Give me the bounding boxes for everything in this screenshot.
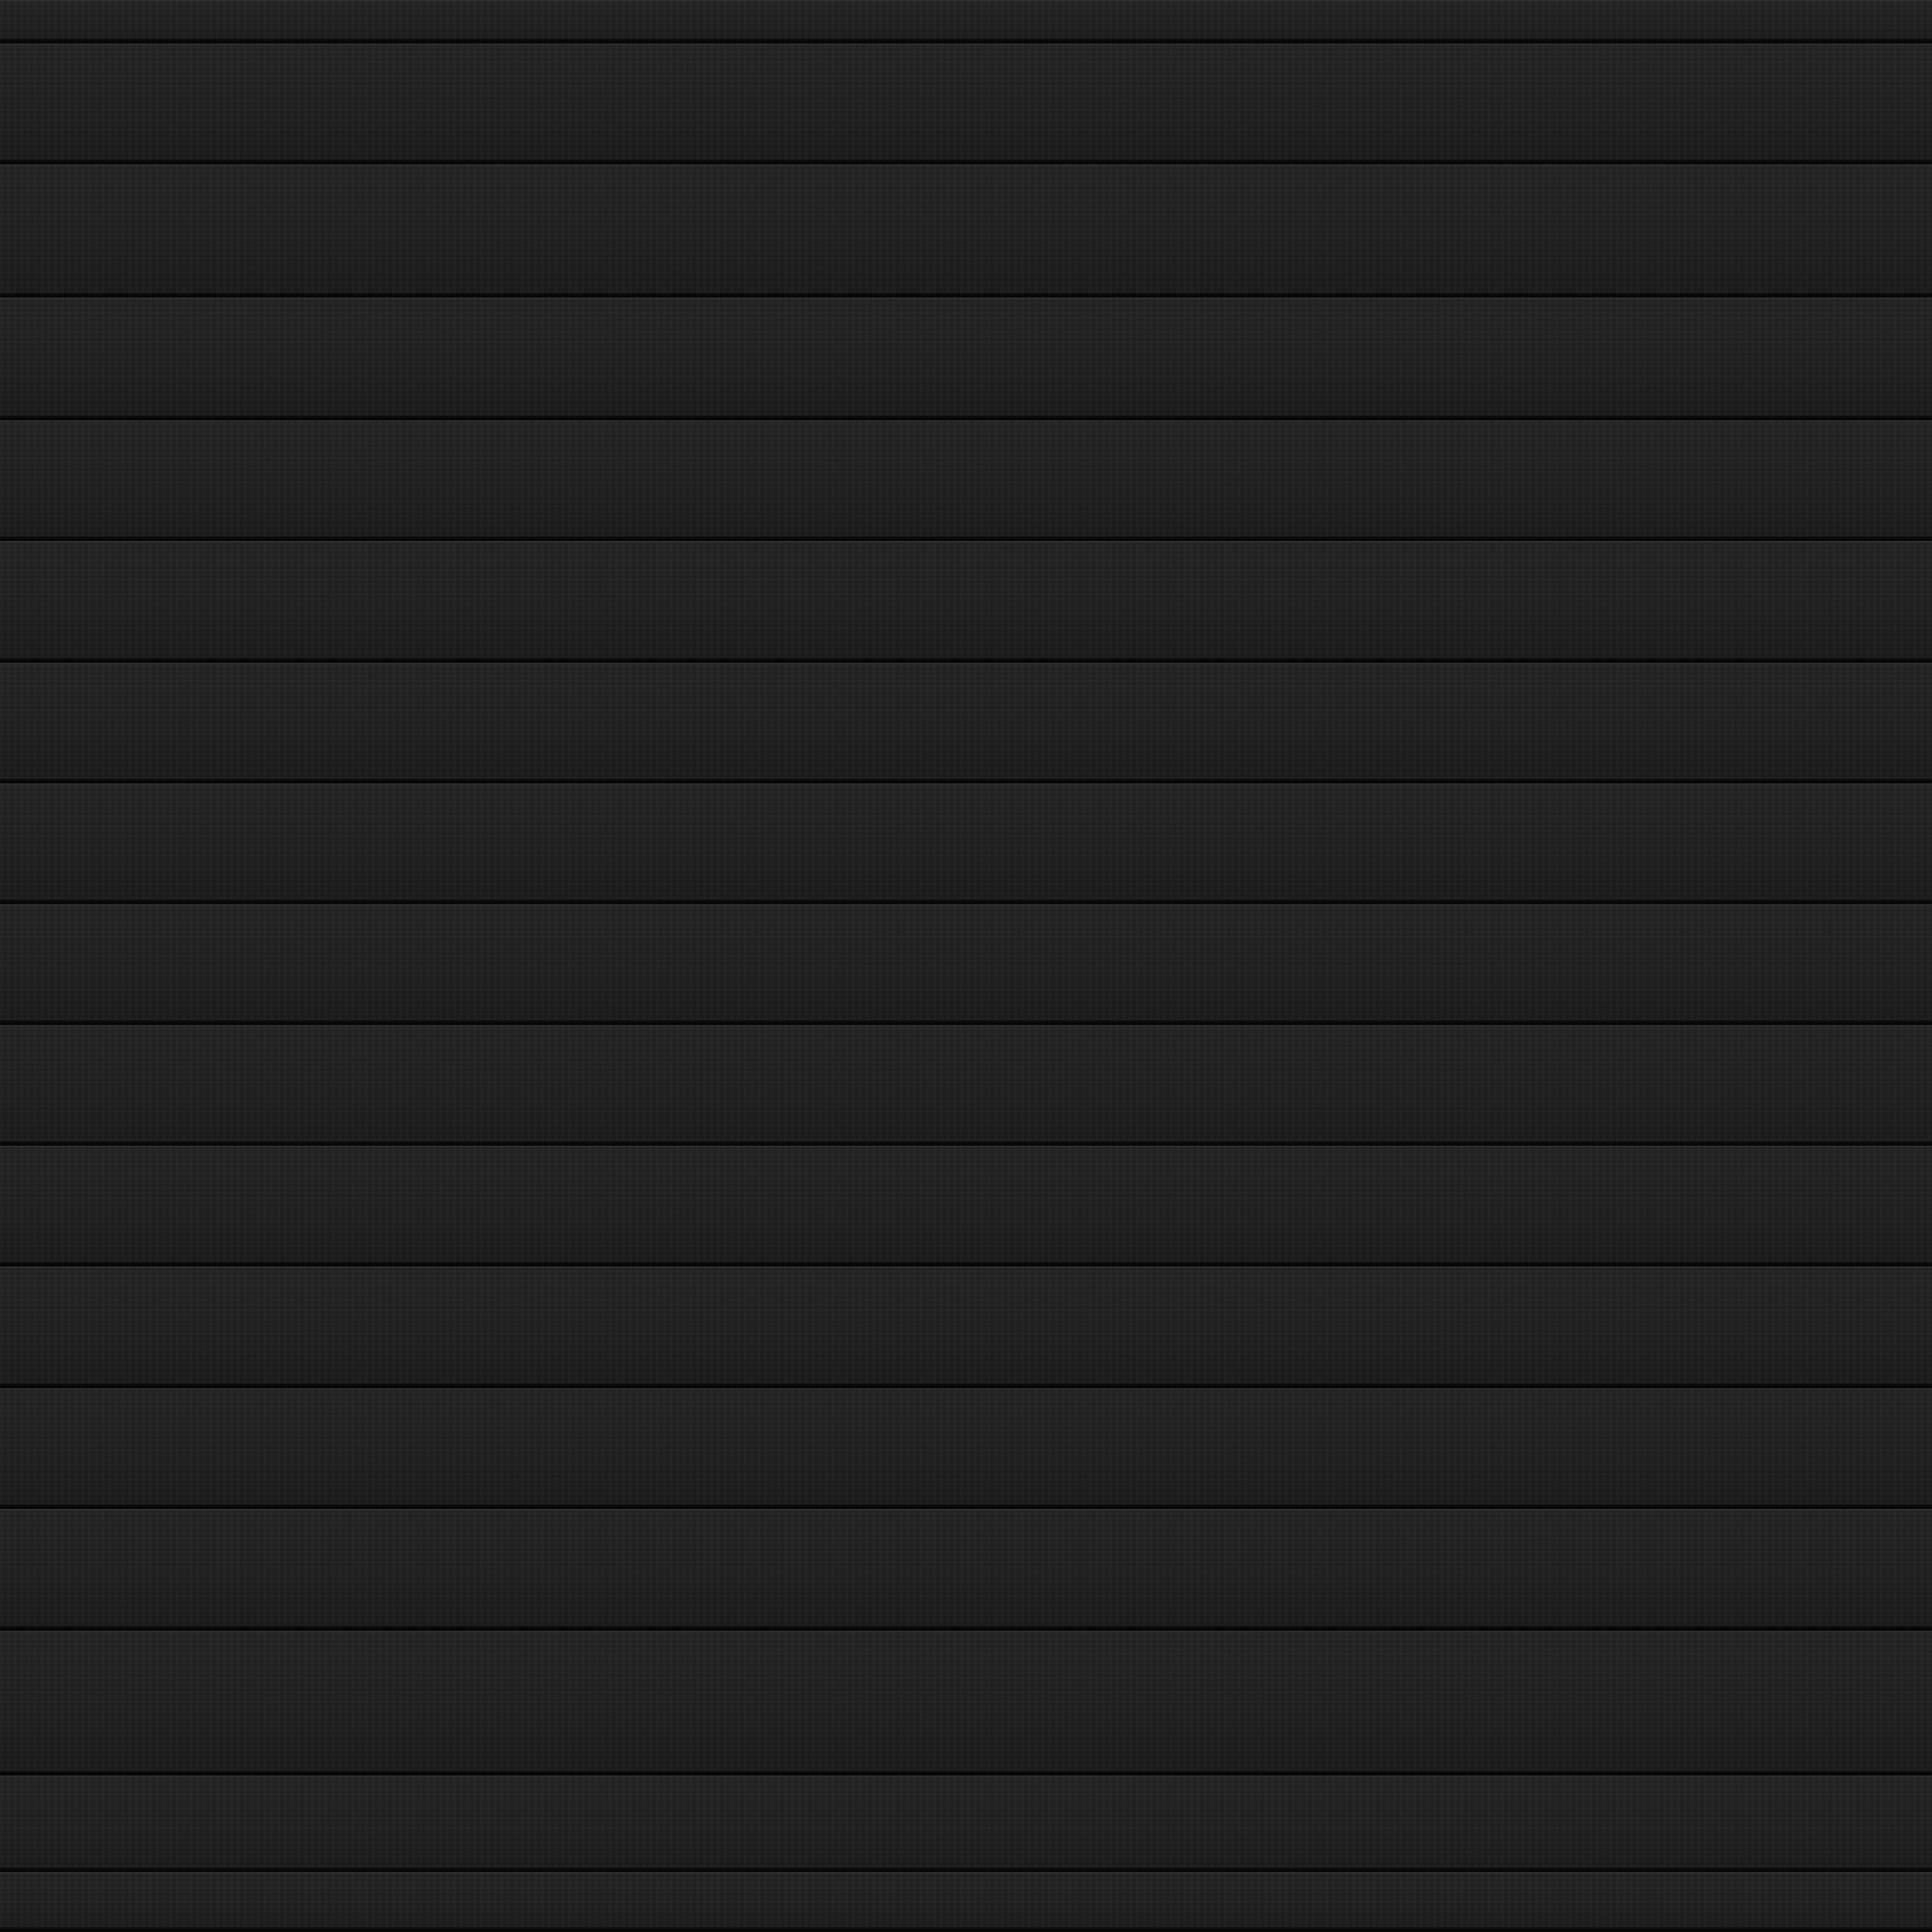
siding-board (0, 0, 1932, 43)
siding-board (0, 1266, 1932, 1388)
siding-board (0, 1631, 1932, 1776)
siding-board (0, 1776, 1932, 1872)
siding-board (0, 43, 1932, 164)
siding-board (0, 164, 1932, 298)
siding-board (0, 1872, 1932, 1932)
siding-board (0, 1509, 1932, 1631)
siding-board (0, 541, 1932, 663)
siding-board (0, 298, 1932, 420)
siding-board (0, 1025, 1932, 1146)
siding-board (0, 1388, 1932, 1509)
siding-board (0, 783, 1932, 904)
siding-board (0, 663, 1932, 783)
siding-board (0, 420, 1932, 541)
siding-board (0, 1146, 1932, 1266)
siding-wall (0, 0, 1932, 1932)
siding-board (0, 904, 1932, 1025)
